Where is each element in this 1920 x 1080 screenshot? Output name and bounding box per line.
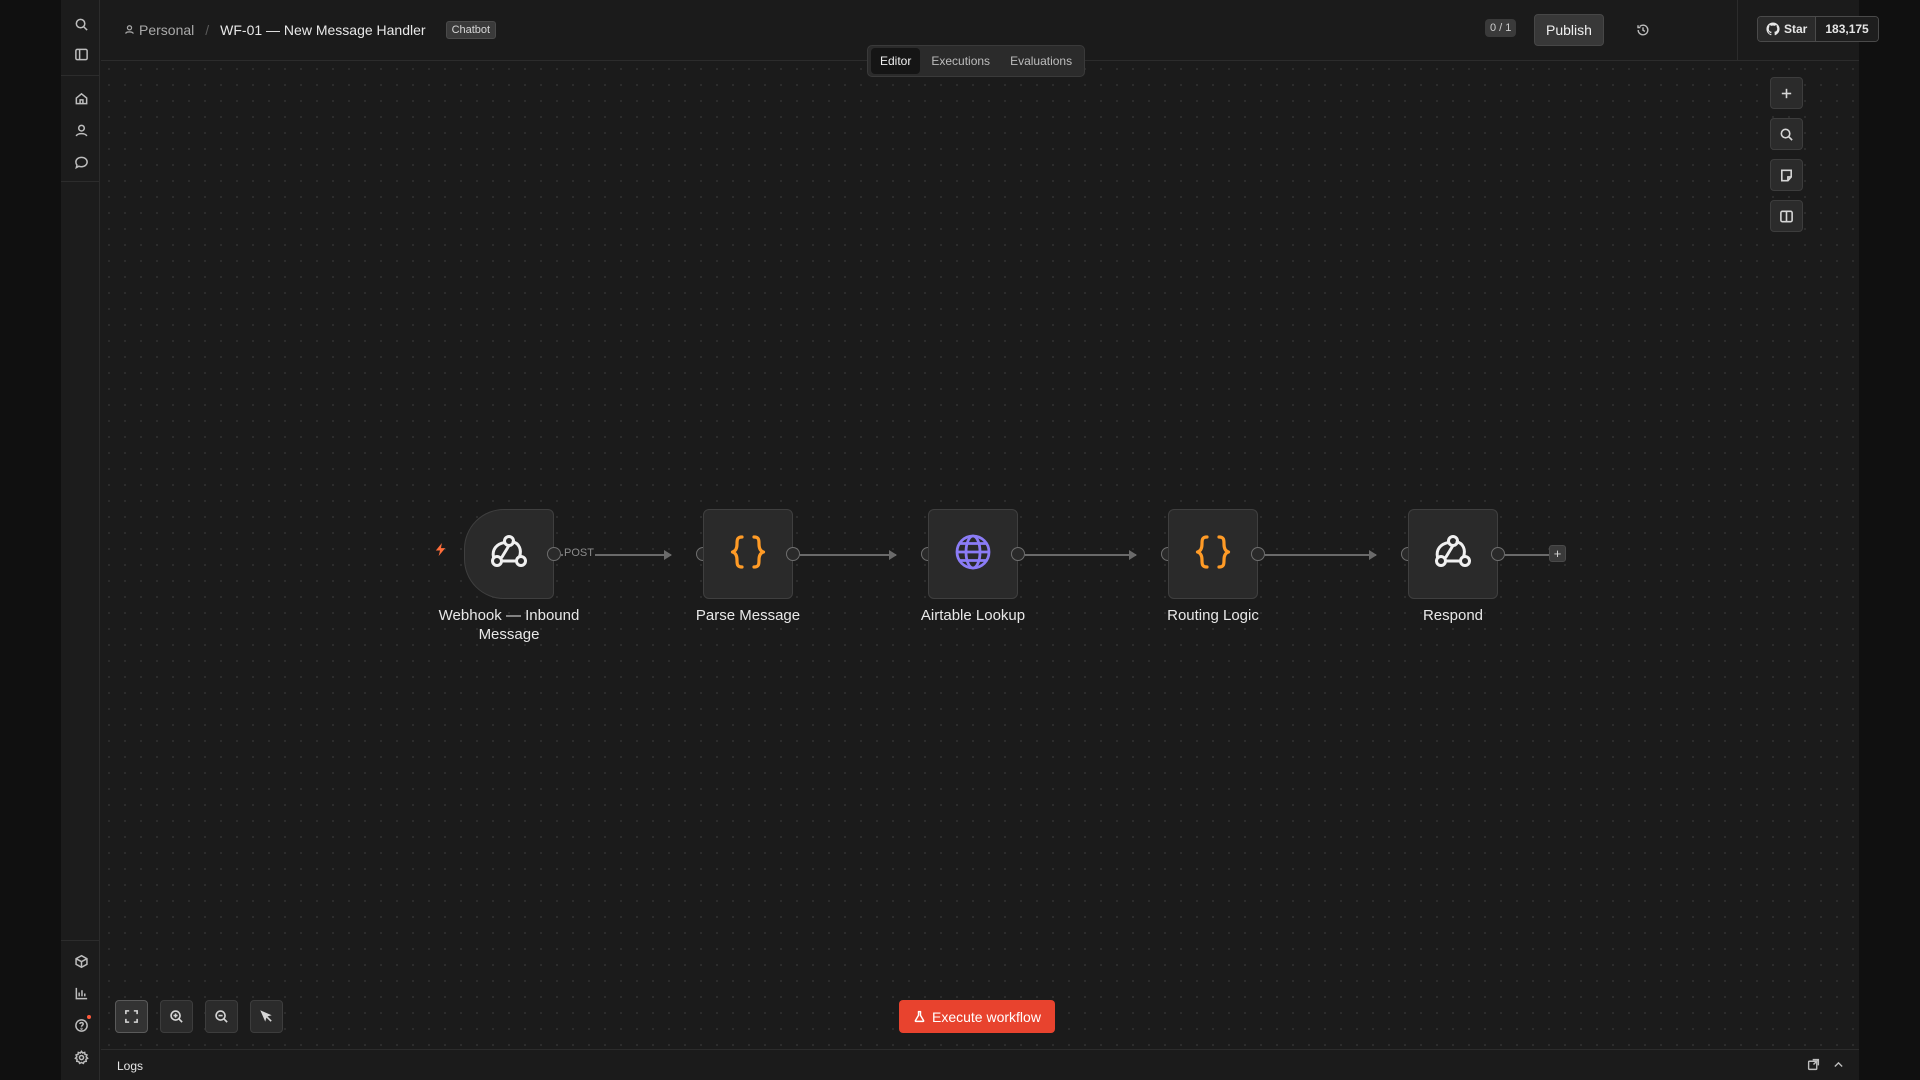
rail-divider xyxy=(61,75,100,76)
tab-editor[interactable]: Editor xyxy=(871,48,921,74)
code-braces-icon xyxy=(727,531,769,578)
github-star-label: Star xyxy=(1784,22,1808,36)
connection-edge[interactable] xyxy=(1025,554,1136,556)
history-icon[interactable] xyxy=(1633,20,1653,40)
logs-actions xyxy=(1807,1058,1845,1071)
node-webhook-inbound[interactable] xyxy=(464,509,554,599)
node-routing-logic[interactable] xyxy=(1168,509,1258,599)
tab-executions[interactable]: Executions xyxy=(922,48,999,74)
sticky-note-icon[interactable] xyxy=(1770,159,1803,191)
notification-dot xyxy=(87,1015,91,1019)
connection-edge[interactable] xyxy=(1265,554,1376,556)
chart-icon[interactable] xyxy=(71,983,91,1003)
node-label: Routing Logic xyxy=(1167,607,1259,624)
zoom-in-icon[interactable] xyxy=(160,1000,193,1033)
output-handle[interactable] xyxy=(1251,547,1265,561)
search-icon[interactable] xyxy=(71,14,91,34)
search-icon[interactable] xyxy=(1770,118,1803,150)
view-tabs: Editor Executions Evaluations xyxy=(867,45,1086,77)
output-handle[interactable] xyxy=(1011,547,1025,561)
edge-arrow xyxy=(889,550,897,560)
app-window: Personal / WF-01 — New Message Handler C… xyxy=(61,0,1879,1080)
active-counter-badge: 0 / 1 xyxy=(1485,19,1517,37)
node-airtable-lookup[interactable] xyxy=(928,509,1018,599)
logs-panel[interactable]: Logs xyxy=(101,1049,1859,1080)
zoom-out-icon[interactable] xyxy=(205,1000,238,1033)
plus-icon[interactable] xyxy=(1770,77,1803,109)
chevron-up-icon[interactable] xyxy=(1832,1058,1845,1071)
cube-icon[interactable] xyxy=(71,951,91,971)
panel-icon[interactable] xyxy=(1770,200,1803,232)
workflow-canvas[interactable]: Webhook — Inbound Message POST Parse Mes… xyxy=(101,61,1859,1049)
output-handle[interactable] xyxy=(1491,547,1505,561)
workflow-title[interactable]: WF-01 — New Message Handler xyxy=(220,22,425,38)
add-node-button[interactable]: + xyxy=(1549,545,1566,562)
globe-icon xyxy=(952,531,994,578)
breadcrumb-separator: / xyxy=(205,22,210,38)
node-label: Airtable Lookup xyxy=(920,607,1026,624)
github-star-button[interactable]: Star 183,175 xyxy=(1757,16,1879,42)
edge-arrow xyxy=(664,550,672,560)
node-label: Parse Message xyxy=(695,607,801,624)
edge-arrow xyxy=(1129,550,1137,560)
breadcrumb-owner[interactable]: Personal xyxy=(139,22,194,38)
code-braces-icon xyxy=(1192,531,1234,578)
github-icon xyxy=(1766,22,1780,36)
webhook-icon xyxy=(488,531,530,578)
node-respond[interactable] xyxy=(1408,509,1498,599)
execute-workflow-label: Execute workflow xyxy=(932,1008,1041,1025)
rail-divider xyxy=(61,940,100,941)
canvas-toolbar xyxy=(1770,77,1803,232)
logs-label: Logs xyxy=(117,1059,144,1073)
user-icon[interactable] xyxy=(71,120,91,140)
pop-out-icon[interactable] xyxy=(1807,1058,1820,1071)
settings-icon[interactable] xyxy=(71,1047,91,1067)
node-label: Respond xyxy=(1422,607,1484,624)
webhook-icon xyxy=(1432,531,1474,578)
breadcrumb: Personal / WF-01 — New Message Handler C… xyxy=(124,21,497,39)
rail-divider xyxy=(61,181,100,182)
edge-label: POST xyxy=(563,547,595,559)
trigger-bolt-icon xyxy=(433,542,448,562)
home-icon[interactable] xyxy=(71,88,91,108)
publish-button[interactable]: Publish xyxy=(1534,14,1604,46)
edge-arrow xyxy=(1369,550,1377,560)
header-divider xyxy=(1737,0,1738,61)
workflow-tag[interactable]: Chatbot xyxy=(445,21,497,39)
github-star-count[interactable]: 183,175 xyxy=(1816,17,1878,41)
left-rail xyxy=(61,0,100,1080)
person-icon xyxy=(124,22,135,38)
output-handle[interactable] xyxy=(547,547,561,561)
tidy-up-icon[interactable] xyxy=(250,1000,283,1033)
output-handle[interactable] xyxy=(786,547,800,561)
help-icon[interactable] xyxy=(71,1015,91,1035)
zoom-controls xyxy=(115,1000,283,1033)
github-star[interactable]: Star xyxy=(1758,17,1817,41)
connection-edge[interactable] xyxy=(800,554,896,556)
connection-edge xyxy=(1505,554,1551,556)
tab-evaluations[interactable]: Evaluations xyxy=(1001,48,1081,74)
node-parse-message[interactable] xyxy=(703,509,793,599)
node-label: Webhook — Inbound Message xyxy=(438,607,580,643)
execute-workflow-button[interactable]: Execute workflow xyxy=(899,1000,1055,1033)
chat-icon[interactable] xyxy=(71,152,91,172)
panel-icon[interactable] xyxy=(71,44,91,64)
flask-icon xyxy=(914,1010,925,1023)
fit-view-icon[interactable] xyxy=(115,1000,148,1033)
